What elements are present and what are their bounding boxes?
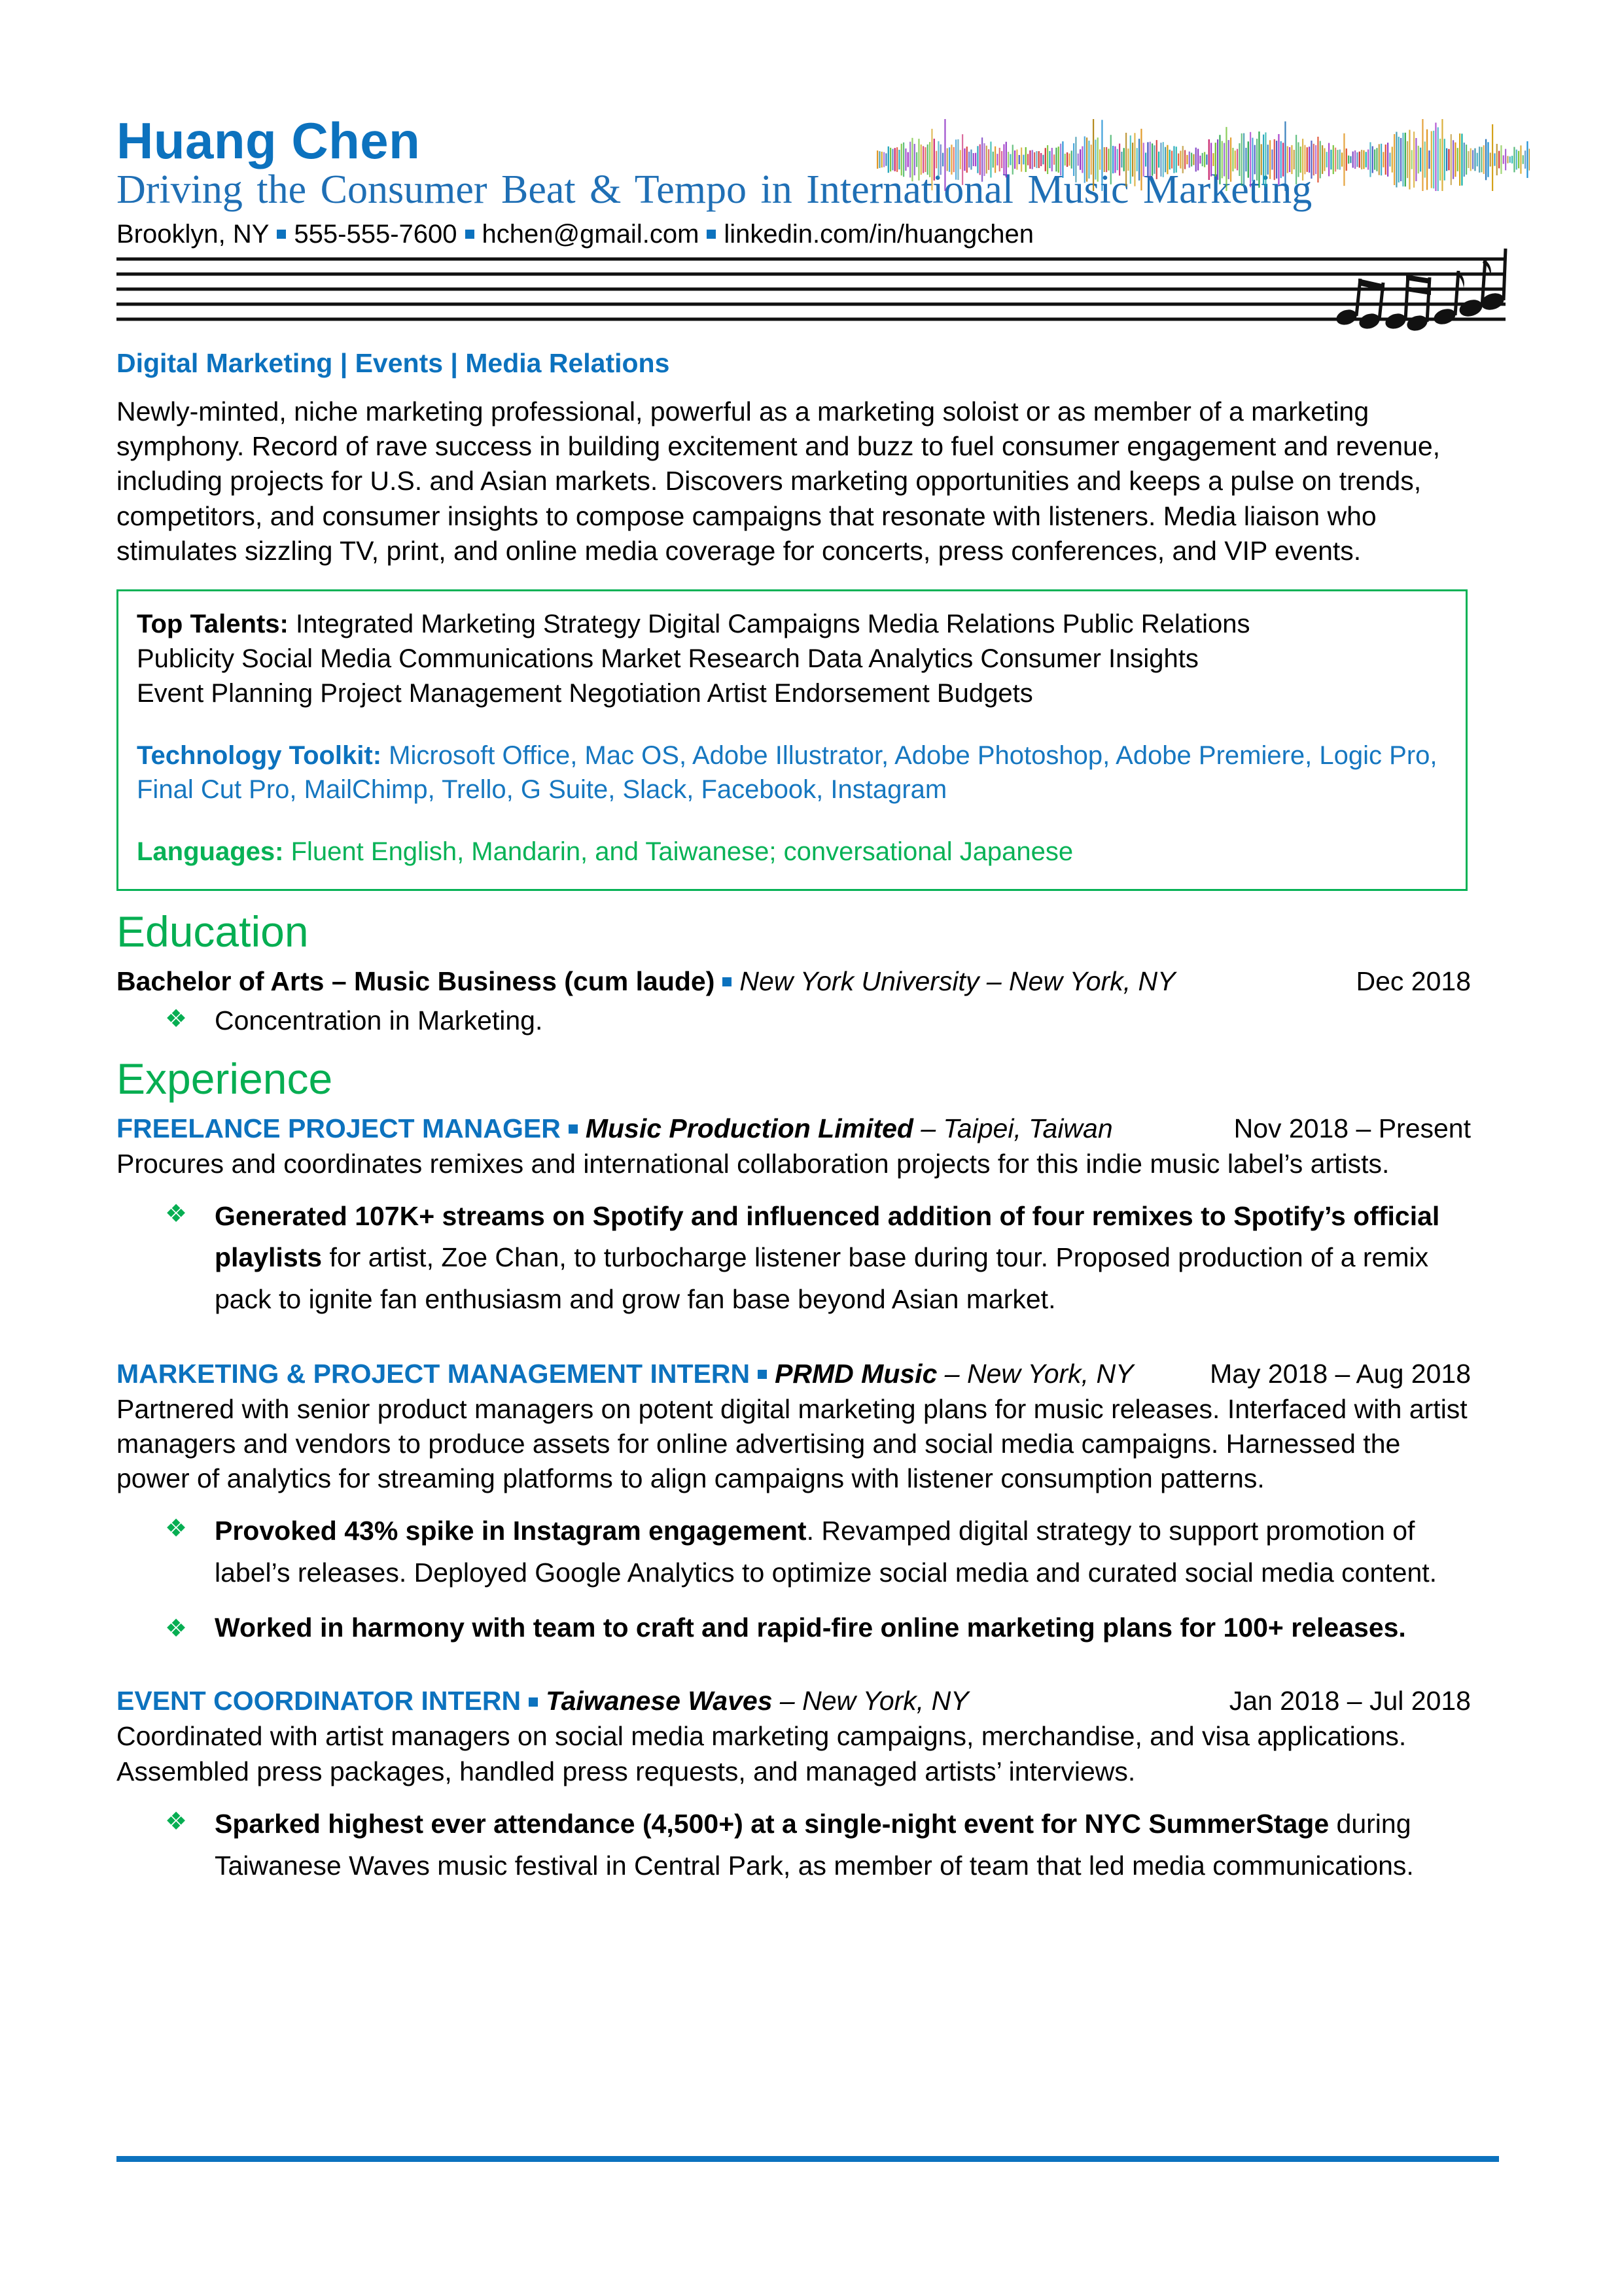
job-location: – New York, NY — [937, 1358, 1134, 1389]
job-bullet-rest: for artist, Zoe Chan, to turbocharge lis… — [215, 1242, 1429, 1314]
diamond-bullet-icon: ❖ — [165, 1615, 188, 1643]
experience-job: EVENT COORDINATOR INTERN Taiwanese Waves … — [116, 1686, 1506, 1887]
job-bullet-bold: Provoked 43% spike in Instagram engageme… — [215, 1516, 807, 1546]
job-header-left: MARKETING & PROJECT MANAGEMENT INTERN PRM… — [116, 1359, 1210, 1389]
job-bullet: ❖ Worked in harmony with team to craft a… — [116, 1610, 1471, 1648]
contact-line: Brooklyn, NY 555-555-7600 hchen@gmail.com l… — [116, 218, 1506, 250]
job-header-left: EVENT COORDINATOR INTERN Taiwanese Waves … — [116, 1686, 1229, 1716]
section-headline: Digital Marketing | Events | Media Relat… — [116, 347, 670, 378]
job-company: Taiwanese Waves — [546, 1686, 773, 1716]
top-talents-line-1: Integrated Marketing Strategy Digital Ca… — [288, 610, 1250, 639]
languages-value: Fluent English, Mandarin, and Taiwanese;… — [283, 837, 1074, 867]
job-bullet-text: Worked in harmony with team to craft and… — [215, 1610, 1471, 1648]
education-entry-left: Bachelor of Arts – Music Business (cum l… — [116, 966, 1356, 997]
job-bullets: ❖ Provoked 43% spike in Instagram engage… — [116, 1510, 1506, 1648]
education-bullet: ❖ Concentration in Marketing. — [116, 1003, 1471, 1038]
separator-square-icon — [758, 1369, 767, 1379]
job-spacer — [116, 1648, 1506, 1675]
languages-label: Languages: — [137, 837, 284, 867]
separator-square-icon — [277, 230, 287, 239]
top-talents-line-2: Publicity Social Media Communications Ma… — [137, 644, 1199, 674]
job-bullet: ❖ Sparked highest ever attendance (4,500… — [116, 1803, 1471, 1887]
job-bullet-bold: Sparked highest ever attendance (4,500+)… — [215, 1809, 1330, 1839]
contact-email[interactable]: hchen@gmail.com — [482, 220, 699, 249]
separator-square-icon — [568, 1124, 578, 1134]
education-entry: Bachelor of Arts – Music Business (cum l… — [116, 966, 1471, 997]
diamond-bullet-icon: ❖ — [165, 1005, 188, 1033]
job-title: FREELANCE PROJECT MANAGER — [116, 1113, 561, 1143]
job-location: – Taipei, Taiwan — [913, 1113, 1113, 1143]
job-date: Jan 2018 – Jul 2018 — [1229, 1686, 1471, 1716]
job-bullet-text: Sparked highest ever attendance (4,500+)… — [215, 1803, 1471, 1887]
separator-square-icon — [722, 977, 732, 986]
job-header: EVENT COORDINATOR INTERN Taiwanese Waves … — [116, 1686, 1471, 1716]
job-title: EVENT COORDINATOR INTERN — [116, 1686, 521, 1716]
candidate-tagline: Driving the Consumer Beat & Tempo in Int… — [116, 167, 1313, 213]
diamond-bullet-icon: ❖ — [165, 1515, 188, 1543]
job-header-left: FREELANCE PROJECT MANAGER Music Productio… — [116, 1113, 1234, 1144]
job-date: May 2018 – Aug 2018 — [1210, 1358, 1471, 1389]
contact-phone: 555-555-7600 — [294, 219, 457, 249]
job-description: Procures and coordinates remixes and int… — [116, 1148, 1390, 1179]
experience-heading: Experience — [116, 1054, 333, 1103]
job-bullet: ❖ Generated 107K+ streams on Spotify and… — [116, 1196, 1471, 1321]
experience-job: FREELANCE PROJECT MANAGER Music Productio… — [116, 1113, 1506, 1321]
education-bullet-text: Concentration in Marketing. — [215, 1005, 543, 1035]
skills-box: Top Talents: Integrated Marketing Strate… — [116, 589, 1468, 892]
contact-location: Brooklyn, NY — [116, 219, 270, 249]
separator-square-icon — [707, 230, 716, 239]
separator-square-icon — [529, 1697, 538, 1707]
job-date: Nov 2018 – Present — [1233, 1113, 1471, 1143]
top-talents-label: Top Talents: — [137, 610, 289, 639]
job-title: MARKETING & PROJECT MANAGEMENT INTERN — [116, 1358, 750, 1389]
music-staff-graphic — [116, 248, 1507, 331]
resume-header: Huang Chen Driving the Consumer Beat & T… — [116, 0, 1530, 250]
school-location: – New York, NY — [979, 965, 1176, 996]
job-bullets: ❖ Generated 107K+ streams on Spotify and… — [116, 1196, 1506, 1321]
job-header: FREELANCE PROJECT MANAGER Music Productio… — [116, 1113, 1471, 1144]
job-bullet: ❖ Provoked 43% spike in Instagram engage… — [116, 1510, 1471, 1593]
contact-linkedin[interactable]: linkedin.com/in/huangchen — [724, 220, 1034, 249]
job-header: MARKETING & PROJECT MANAGEMENT INTERN PRM… — [116, 1359, 1471, 1389]
languages-row: Languages: Fluent English, Mandarin, and… — [137, 835, 1447, 869]
job-bullet-bold: Worked in harmony with team to craft and… — [215, 1612, 1406, 1643]
job-bullet-text: Generated 107K+ streams on Spotify and i… — [215, 1196, 1471, 1321]
music-staff-icon — [116, 248, 1507, 331]
job-bullet-text: Provoked 43% spike in Instagram engageme… — [215, 1510, 1471, 1593]
job-company: Music Production Limited — [585, 1113, 913, 1143]
job-spacer — [116, 1321, 1506, 1348]
education-date: Dec 2018 — [1356, 965, 1471, 996]
top-talents-line-3: Event Planning Project Management Negoti… — [137, 678, 1033, 708]
job-description: Partnered with senior product managers o… — [116, 1393, 1468, 1494]
experience-job: MARKETING & PROJECT MANAGEMENT INTERN PRM… — [116, 1359, 1506, 1648]
school-name: New York University — [739, 965, 979, 996]
top-talents-row: Top Talents: Integrated Marketing Strate… — [137, 607, 1447, 710]
resume-page: Huang Chen Driving the Consumer Beat & T… — [0, 0, 1622, 2296]
job-bullets: ❖ Sparked highest ever attendance (4,500… — [116, 1803, 1506, 1887]
technology-toolkit-row: Technology Toolkit: Microsoft Office, Ma… — [137, 739, 1447, 808]
diamond-bullet-icon: ❖ — [165, 1808, 188, 1836]
diamond-bullet-icon: ❖ — [165, 1200, 188, 1228]
bottom-divider — [116, 2156, 1499, 2162]
job-company: PRMD Music — [775, 1358, 938, 1389]
separator-square-icon — [465, 230, 474, 239]
degree-title: Bachelor of Arts – Music Business (cum l… — [116, 965, 715, 996]
summary-paragraph: Newly-minted, niche marketing profession… — [116, 396, 1441, 566]
technology-toolkit-label: Technology Toolkit: — [137, 740, 382, 770]
job-location: – New York, NY — [772, 1686, 969, 1716]
job-description: Coordinated with artist managers on soci… — [116, 1721, 1407, 1786]
candidate-name: Huang Chen — [116, 112, 421, 169]
education-heading: Education — [116, 907, 309, 956]
